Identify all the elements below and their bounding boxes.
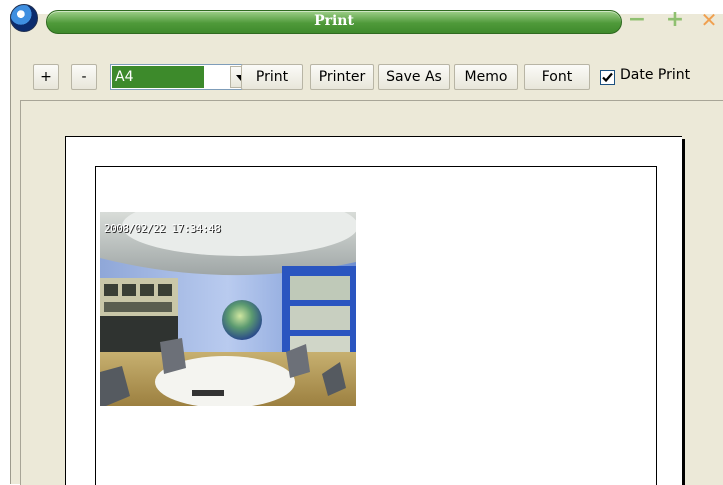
printer-button[interactable]: Printer [310,64,374,90]
font-button[interactable]: Font [524,64,590,90]
close-icon[interactable]: ✕ [698,9,720,31]
app-logo-icon [10,4,38,32]
window-title: Print [314,13,354,29]
title-bar[interactable]: Print [46,10,622,34]
date-print-label: Date Print [620,67,691,83]
memo-button[interactable]: Memo [454,64,518,90]
zoom-out-button[interactable]: - [71,64,97,90]
snapshot-timestamp: 2008/02/22 17:34:48 [104,222,221,235]
snapshot-picture [100,212,356,406]
zoom-in-button[interactable]: + [33,64,59,90]
checkmark-icon [602,72,613,83]
paper-size-value: A4 [112,66,204,88]
save-as-button[interactable]: Save As [378,64,450,90]
camera-snapshot-image: 2008/02/22 17:34:48 [100,212,356,406]
maximize-icon[interactable]: + [664,9,686,31]
minimize-icon[interactable]: − [626,9,648,31]
date-print-checkbox[interactable] [600,70,615,85]
print-button[interactable]: Print [241,64,303,90]
paper-size-select[interactable]: A4 [110,64,254,90]
